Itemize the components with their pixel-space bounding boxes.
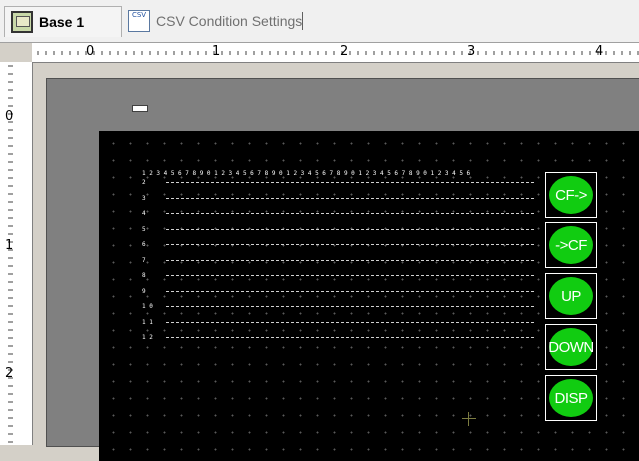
grid-row-line <box>166 213 534 214</box>
tab-base-1[interactable]: Base 1 <box>4 6 122 37</box>
tab-base-1-label: Base 1 <box>39 14 85 30</box>
tab-csv-label: CSV Condition Settings <box>156 13 303 29</box>
grid-row-number: 2 <box>142 179 150 186</box>
editor-tab-bar: Base 1 CSV CSV Condition Settings <box>0 0 639 43</box>
h-ruler-ticks <box>37 51 639 55</box>
grid-row-number: 7 <box>142 256 150 264</box>
grid-header-digits: 1234567890123456789012345678901234567890… <box>142 170 474 177</box>
grid-row-line <box>166 197 534 199</box>
ruler-corner <box>0 43 32 62</box>
grid-row-number: 11 <box>142 318 157 326</box>
display-button[interactable]: DISP <box>545 375 597 421</box>
grid-row-line <box>166 275 534 276</box>
grid-row-number: 8 <box>142 272 150 279</box>
down-button[interactable]: DOWN <box>545 324 597 370</box>
grid-row-line <box>166 337 534 338</box>
h-ruler-label: 0 <box>86 44 95 59</box>
grid-row-number: 10 <box>142 303 157 310</box>
h-ruler-label: 3 <box>467 44 476 59</box>
grid-row-line <box>166 228 534 230</box>
v-ruler-label: 1 <box>5 238 14 253</box>
vertical-ruler: 0 1 2 <box>0 62 33 445</box>
h-ruler-label: 4 <box>595 44 604 59</box>
v-ruler-label: 2 <box>5 366 14 381</box>
grid-row-number: 6 <box>142 241 150 248</box>
base-screen-icon <box>11 11 33 33</box>
grid-row-number: 4 <box>142 210 150 217</box>
tab-separator <box>302 12 303 30</box>
grid-row-line <box>166 290 534 292</box>
cursor-crosshair <box>462 412 476 426</box>
grid-row-number: 9 <box>142 287 150 295</box>
copy-from-cf-button[interactable]: ->CF <box>545 222 597 268</box>
data-display-grid[interactable]: 1234567890123456789012345678901234567890… <box>142 170 542 348</box>
grid-row-number: 12 <box>142 334 157 341</box>
h-ruler-label: 1 <box>212 44 221 59</box>
h-ruler-label: 2 <box>340 44 349 59</box>
csv-settings-icon: CSV <box>128 10 150 32</box>
grid-row-line <box>166 182 534 183</box>
tab-csv-condition-settings[interactable]: CSV CSV Condition Settings <box>122 6 302 36</box>
grid-row-line <box>166 306 534 307</box>
grid-row-number: 5 <box>142 225 150 233</box>
grid-row-line <box>166 259 534 261</box>
grid-row-line <box>166 244 534 245</box>
up-button[interactable]: UP <box>545 273 597 319</box>
grid-row-number: 3 <box>142 194 150 202</box>
horizontal-ruler: 0 1 2 3 4 <box>32 43 639 63</box>
frame-resize-handle[interactable] <box>132 105 148 112</box>
copy-to-cf-button[interactable]: CF-> <box>545 172 597 218</box>
grid-row-line <box>166 321 534 323</box>
v-ruler-label: 0 <box>5 109 14 124</box>
